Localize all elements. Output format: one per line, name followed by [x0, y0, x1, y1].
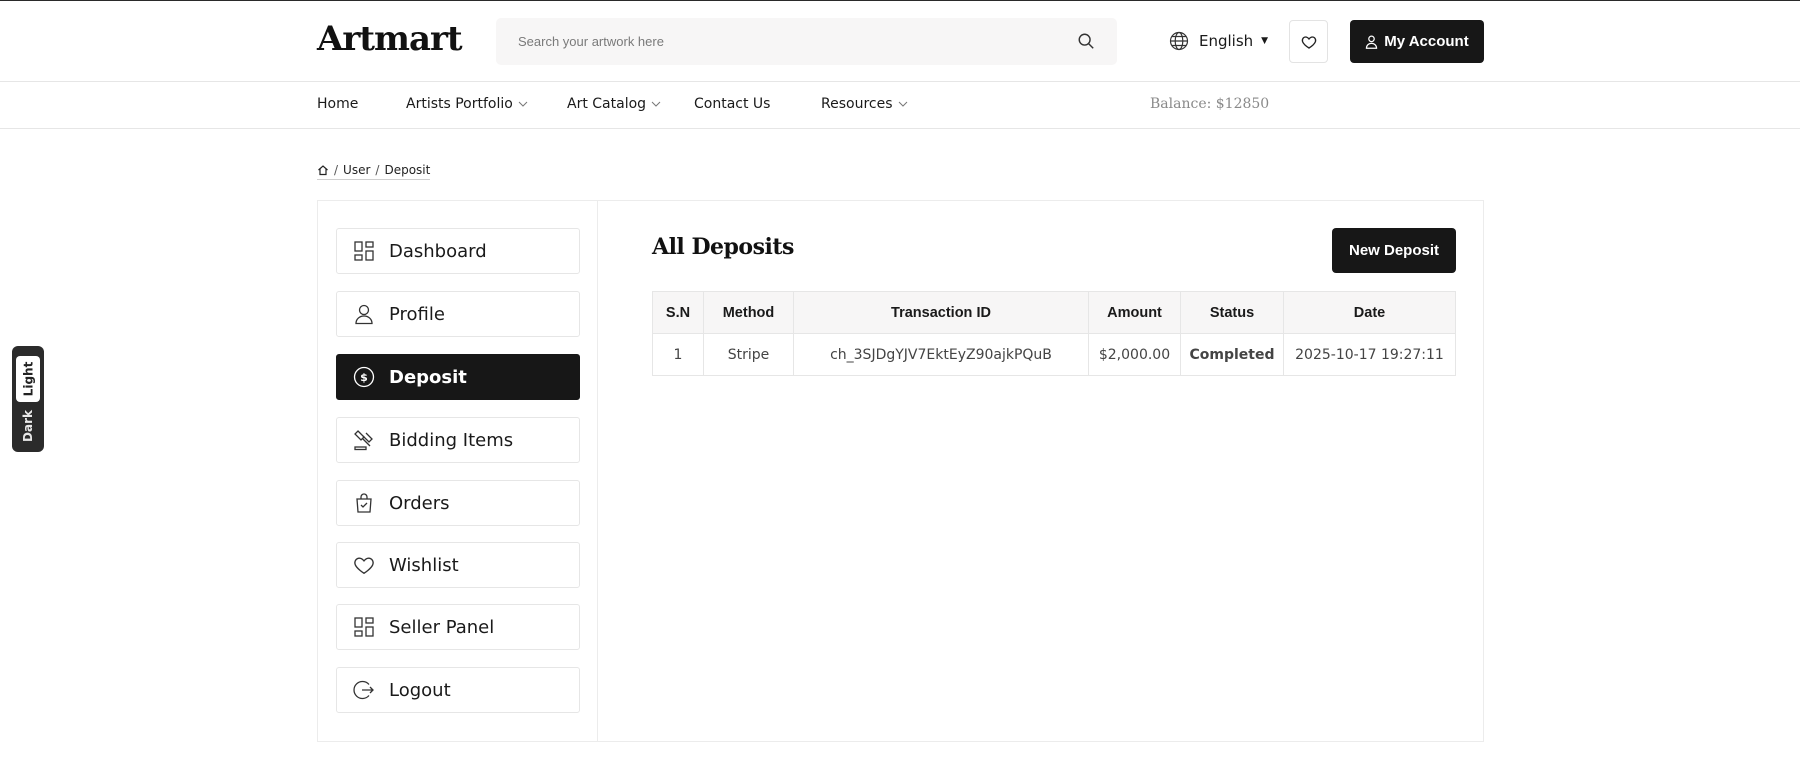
nav-contact-us[interactable]: Contact Us [694, 96, 770, 112]
chevron-down-icon [898, 101, 907, 107]
account-sidebar: Dashboard Profile $ Deposit Bidding Item… [318, 201, 598, 741]
theme-dark-label: Dark [21, 410, 35, 442]
nav-artists-portfolio[interactable]: Artists Portfolio [406, 96, 528, 112]
sidebar-item-dashboard[interactable]: Dashboard [336, 228, 580, 274]
sidebar-item-label: Bidding Items [389, 429, 514, 451]
theme-toggle[interactable]: Light Dark [12, 346, 44, 452]
sidebar-item-orders[interactable]: Orders [336, 480, 580, 526]
caret-down-icon: ▼ [1261, 36, 1269, 46]
sidebar-item-deposit[interactable]: $ Deposit [336, 354, 580, 400]
column-header: Method [703, 291, 794, 334]
search-icon[interactable] [1077, 32, 1095, 50]
amount-cell: $2,000.00 [1088, 333, 1181, 376]
column-header: S.N [652, 291, 704, 334]
my-account-label: My Account [1384, 33, 1469, 50]
theme-light-option[interactable]: Light [16, 356, 40, 402]
home-icon[interactable] [317, 164, 329, 176]
heart-icon [1301, 35, 1316, 49]
nav-artists-portfolio-label: Artists Portfolio [406, 96, 513, 112]
sidebar-item-label: Seller Panel [389, 616, 495, 638]
nav-home-label: Home [317, 96, 359, 112]
shopping-bag-icon [356, 493, 372, 513]
my-account-button[interactable]: My Account [1350, 20, 1484, 63]
breadcrumb-separator: / [334, 163, 339, 177]
sidebar-item-label: Profile [389, 303, 445, 325]
balance-text: Balance: $12850 [1150, 96, 1270, 112]
method-cell: Stripe [703, 333, 794, 376]
sidebar-item-seller-panel[interactable]: Seller Panel [336, 604, 580, 650]
sidebar-item-label: Wishlist [389, 554, 459, 576]
search-input[interactable] [518, 18, 1058, 65]
sidebar-item-wishlist[interactable]: Wishlist [336, 542, 580, 588]
site-logo[interactable]: Artmart [317, 19, 463, 59]
nav-art-catalog[interactable]: Art Catalog [567, 96, 661, 112]
sidebar-item-profile[interactable]: Profile [336, 291, 580, 337]
nav-art-catalog-label: Art Catalog [567, 96, 647, 112]
sidebar-item-logout[interactable]: Logout [336, 667, 580, 713]
sidebar-item-label: Logout [389, 679, 451, 701]
transaction-id-cell: ch_3SJDgYJV7EktEyZ90ajkPQuB [793, 333, 1089, 376]
sidebar-item-bidding-items[interactable]: Bidding Items [336, 417, 580, 463]
nav-resources-label: Resources [821, 96, 893, 112]
search-bar [496, 18, 1117, 65]
main-nav: Home Artists Portfolio Art Catalog Conta… [0, 82, 1800, 129]
sidebar-item-label: Deposit [389, 366, 467, 388]
grid-icon [354, 241, 374, 261]
nav-resources[interactable]: Resources [821, 96, 908, 112]
site-header: Artmart English ▼ My Account [0, 1, 1800, 82]
globe-icon [1169, 31, 1189, 51]
chevron-down-icon [651, 101, 661, 107]
dollar-circle-icon: $ [353, 366, 375, 388]
page-title: All Deposits [652, 234, 794, 260]
language-label: English [1199, 32, 1254, 50]
wishlist-button[interactable] [1289, 20, 1328, 63]
status-cell: Completed [1180, 333, 1284, 376]
theme-dark-option[interactable]: Dark [16, 404, 40, 448]
breadcrumb-separator: / [375, 163, 380, 177]
breadcrumb-user[interactable]: User [343, 163, 370, 177]
breadcrumb: / User / Deposit [317, 163, 431, 180]
table-header-row: S.N Method Transaction ID Amount Status … [652, 291, 1456, 334]
breadcrumb-deposit: Deposit [384, 163, 431, 177]
column-header: Date [1283, 291, 1456, 334]
heart-icon [354, 557, 374, 575]
grid-icon [354, 617, 374, 637]
user-icon [355, 304, 373, 325]
column-header: Transaction ID [793, 291, 1089, 334]
column-header: Amount [1088, 291, 1181, 334]
deposits-table: S.N Method Transaction ID Amount Status … [652, 291, 1456, 376]
theme-light-label: Light [21, 361, 36, 397]
nav-home[interactable]: Home [317, 96, 358, 112]
serial-cell: 1 [652, 333, 704, 376]
nav-contact-us-label: Contact Us [694, 96, 771, 112]
svg-text:$: $ [360, 371, 368, 384]
gavel-icon [354, 430, 373, 451]
user-icon [1366, 35, 1378, 49]
new-deposit-button[interactable]: New Deposit [1332, 228, 1456, 273]
table-row: 1 Stripe ch_3SJDgYJV7EktEyZ90ajkPQuB $2,… [652, 333, 1456, 376]
date-cell: 2025-10-17 19:27:11 [1283, 333, 1456, 376]
language-selector[interactable]: English ▼ [1169, 29, 1268, 53]
column-header: Status [1180, 291, 1284, 334]
account-panel: Dashboard Profile $ Deposit Bidding Item… [317, 200, 1484, 742]
sidebar-item-label: Orders [389, 492, 450, 514]
logout-icon [353, 680, 374, 700]
sidebar-item-label: Dashboard [389, 240, 487, 262]
chevron-down-icon [518, 101, 528, 107]
